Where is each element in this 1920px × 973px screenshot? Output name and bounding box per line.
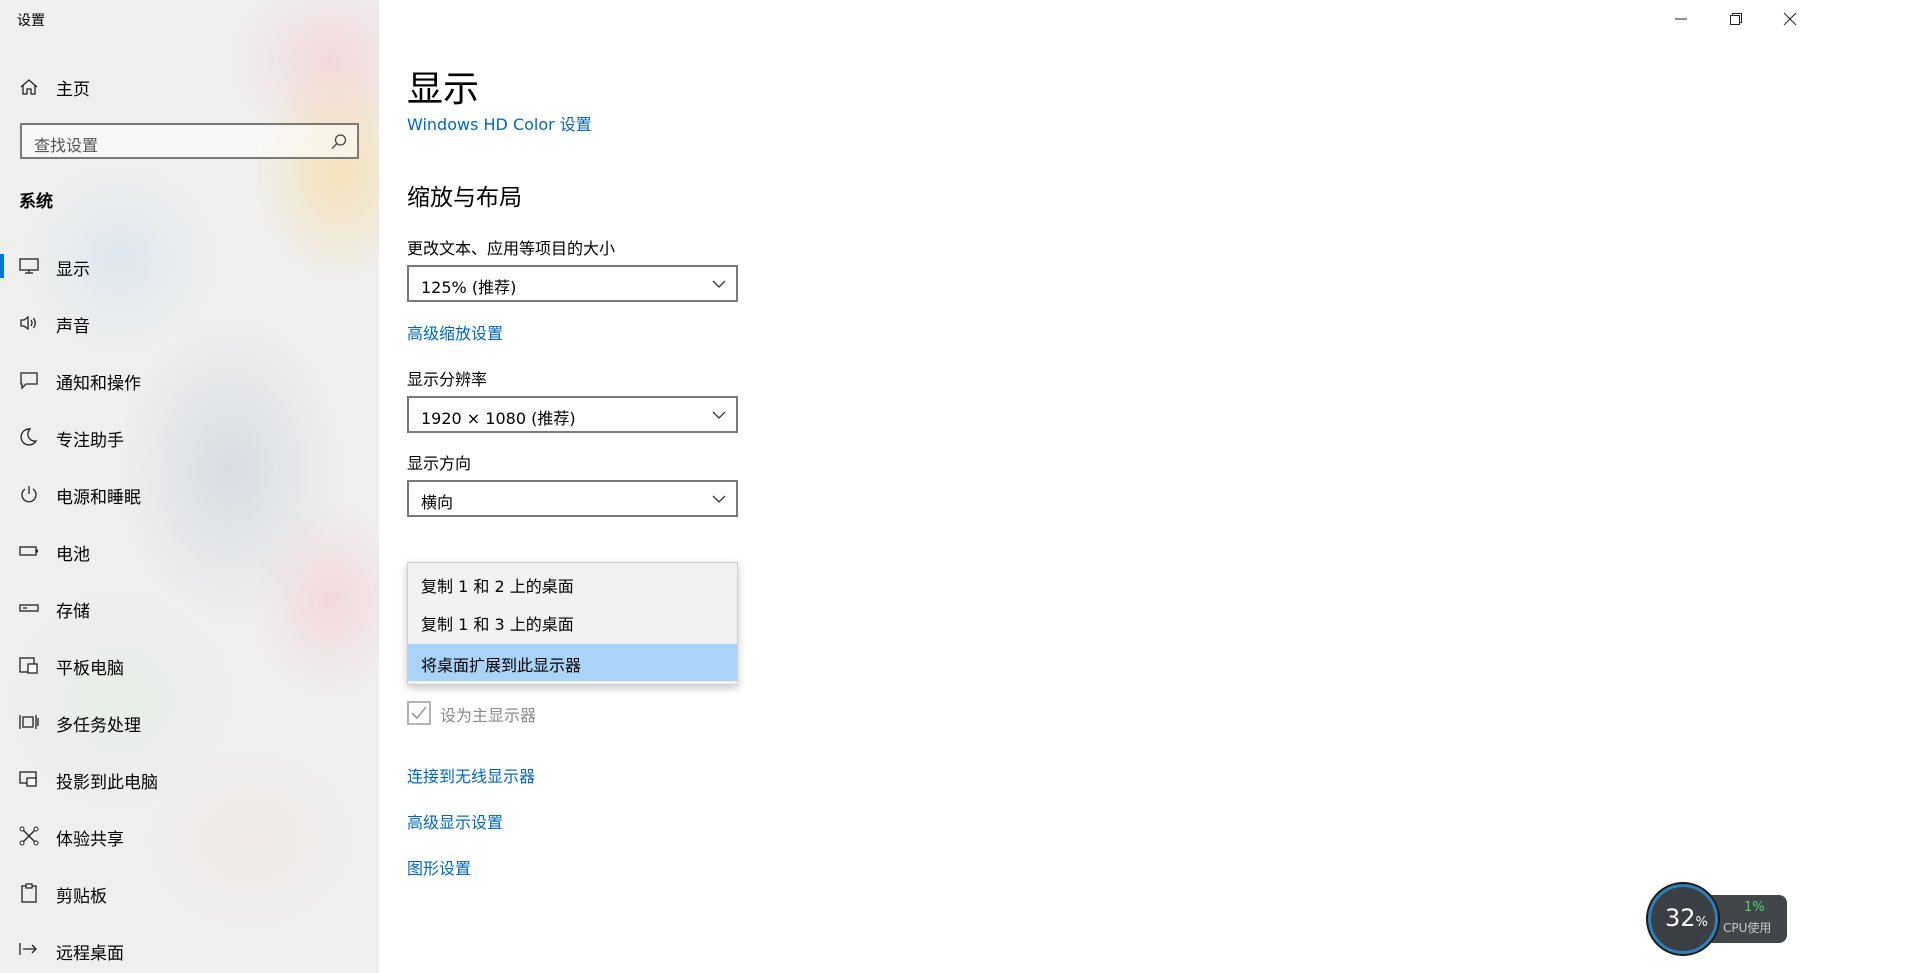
search-input[interactable]: 查找设置 [20, 123, 359, 159]
sidebar-item-clipboard[interactable]: 剪贴板 [0, 875, 379, 911]
project-icon [18, 769, 40, 789]
moon-icon [18, 427, 40, 447]
chevron-down-icon [712, 411, 726, 419]
sidebar-item-power[interactable]: 电源和睡眠 [0, 476, 379, 512]
power-icon [18, 484, 40, 504]
sidebar-item-label: 电源和睡眠 [56, 488, 141, 508]
main-display-checkbox-label: 设为主显示器 [440, 706, 537, 725]
usage-ring: 32% [1648, 884, 1718, 954]
sidebar-item-storage[interactable]: 存储 [0, 590, 379, 626]
sidebar-item-remote-desktop[interactable]: 远程桌面 [0, 932, 379, 968]
sidebar-item-label: 多任务处理 [56, 716, 141, 736]
sidebar-item-label: 平板电脑 [56, 659, 124, 679]
share-icon [18, 826, 40, 846]
advanced-scaling-link[interactable]: 高级缩放设置 [407, 320, 503, 344]
cpu-usage-widget[interactable]: 32% 1% CPU使用 [1648, 884, 1788, 954]
sidebar-item-shared-experiences[interactable]: 体验共享 [0, 818, 379, 854]
sidebar-item-sound[interactable]: 声音 [0, 305, 379, 341]
background-area [1817, 0, 1920, 973]
window-title: 设置 [17, 13, 45, 29]
option-label: 将桌面扩展到此显示器 [421, 656, 582, 675]
multi-display-dropdown-list: 复制 1 和 2 上的桌面 复制 1 和 3 上的桌面 将桌面扩展到此显示器 [407, 562, 738, 685]
sidebar: 设置 主页 查找设置 系统 显示 声音 通知和操作 专注助手 电源和睡眠 电池 … [0, 0, 379, 973]
resolution-value: 1920 × 1080 (推荐) [421, 409, 576, 428]
dropdown-option-extend[interactable]: 将桌面扩展到此显示器 [408, 644, 737, 681]
minimize-button[interactable] [1654, 0, 1708, 38]
resolution-label: 显示分辨率 [407, 370, 488, 389]
sidebar-item-label: 体验共享 [56, 830, 124, 850]
sidebar-item-label: 通知和操作 [56, 374, 141, 394]
multitasking-icon [18, 712, 40, 732]
restore-button[interactable] [1709, 0, 1763, 38]
graphics-settings-link[interactable]: 图形设置 [407, 855, 471, 879]
checkmark-icon [411, 706, 427, 720]
scale-label: 更改文本、应用等项目的大小 [407, 239, 616, 258]
remote-desktop-icon [18, 940, 40, 960]
tablet-icon [18, 655, 40, 675]
close-button[interactable] [1763, 0, 1817, 38]
option-label: 复制 1 和 3 上的桌面 [421, 615, 574, 634]
sidebar-item-label: 专注助手 [56, 431, 124, 451]
search-icon[interactable] [330, 133, 348, 151]
sidebar-item-label: 声音 [56, 317, 90, 337]
sidebar-item-label: 投影到此电脑 [56, 773, 158, 793]
notification-icon [18, 370, 40, 390]
orientation-label: 显示方向 [407, 454, 472, 473]
section-title: 系统 [19, 192, 53, 212]
main-display-checkbox[interactable] [407, 701, 431, 725]
search-placeholder: 查找设置 [34, 136, 99, 155]
sidebar-item-multitasking[interactable]: 多任务处理 [0, 704, 379, 740]
resolution-dropdown[interactable]: 1920 × 1080 (推荐) [407, 396, 738, 433]
sidebar-item-notifications[interactable]: 通知和操作 [0, 362, 379, 398]
chevron-down-icon [712, 280, 726, 288]
sidebar-item-label: 剪贴板 [56, 887, 107, 907]
sidebar-item-focus-assist[interactable]: 专注助手 [0, 419, 379, 455]
usage-value: 32% [1665, 904, 1708, 932]
storage-icon [18, 598, 40, 618]
advanced-display-settings-link[interactable]: 高级显示设置 [407, 809, 503, 833]
sidebar-item-label: 远程桌面 [56, 944, 124, 964]
sidebar-item-project[interactable]: 投影到此电脑 [0, 761, 379, 797]
dropdown-option-duplicate-1-2[interactable]: 复制 1 和 2 上的桌面 [408, 565, 737, 602]
close-icon [1783, 12, 1797, 26]
sidebar-item-label: 主页 [56, 80, 90, 100]
scale-dropdown[interactable]: 125% (推荐) [407, 265, 738, 302]
scale-value: 125% (推荐) [421, 278, 517, 297]
option-label: 复制 1 和 2 上的桌面 [421, 577, 574, 596]
hd-color-settings-link[interactable]: Windows HD Color 设置 [407, 111, 592, 135]
chevron-down-icon [712, 495, 726, 503]
sidebar-item-battery[interactable]: 电池 [0, 533, 379, 569]
cpu-label: CPU使用 [1723, 921, 1772, 935]
scale-layout-heading: 缩放与布局 [407, 185, 522, 211]
sidebar-item-label: 存储 [56, 602, 90, 622]
battery-icon [18, 541, 40, 561]
orientation-value: 横向 [421, 493, 454, 512]
sidebar-item-label: 显示 [56, 260, 90, 280]
clipboard-icon [18, 883, 40, 903]
home-icon [19, 78, 39, 96]
sidebar-item-home[interactable]: 主页 [0, 72, 379, 102]
cpu-percent: 1% [1744, 900, 1765, 915]
sidebar-item-tablet[interactable]: 平板电脑 [0, 647, 379, 683]
connect-wireless-display-link[interactable]: 连接到无线显示器 [407, 763, 535, 787]
monitor-icon [18, 256, 40, 276]
orientation-dropdown[interactable]: 横向 [407, 480, 738, 517]
minimize-icon [1675, 18, 1687, 20]
page-title: 显示 [407, 69, 480, 110]
restore-icon [1730, 13, 1742, 25]
dropdown-option-duplicate-1-3[interactable]: 复制 1 和 3 上的桌面 [408, 603, 737, 640]
sidebar-item-label: 电池 [56, 545, 90, 565]
speaker-icon [18, 313, 40, 333]
sidebar-item-display[interactable]: 显示 [0, 248, 379, 284]
